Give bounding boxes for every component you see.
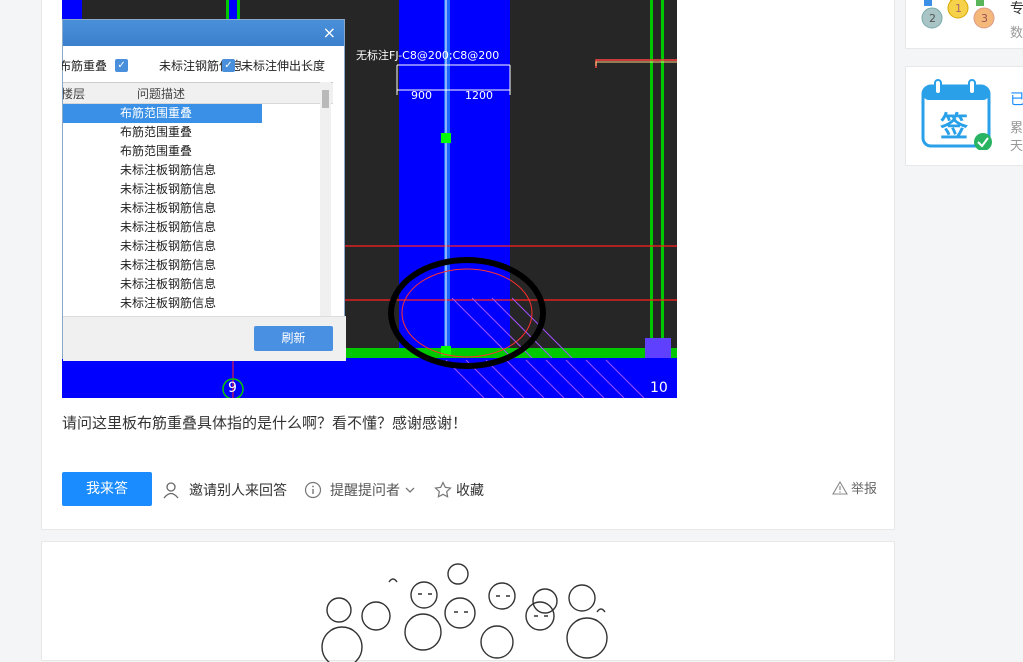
star-icon bbox=[434, 481, 452, 498]
question-screenshot[interactable]: 无标注FJ-C8@200;C8@200 900 1200 9 10 × 布筋重叠… bbox=[62, 0, 677, 398]
remind-asker-dropdown[interactable]: 提醒提问者 bbox=[304, 480, 416, 500]
medal-title: 专 bbox=[1010, 1, 1023, 17]
axis-label-10: 10 bbox=[650, 380, 668, 396]
table-row[interactable]: 未标注板钢筋信息 bbox=[63, 180, 333, 199]
info-icon bbox=[304, 481, 322, 499]
check-extension-length[interactable]: ✓ 未标注伸出长度 bbox=[222, 57, 325, 74]
cad-annotation: 无标注FJ-C8@200;C8@200 bbox=[356, 49, 500, 62]
svg-text:2: 2 bbox=[929, 12, 936, 25]
issue-table: 楼层 问题描述 布筋范围重叠 布筋范围重叠 布筋范围重叠 未标注板钢筋信息 未标… bbox=[63, 82, 333, 317]
table-row[interactable]: 未标注板钢筋信息 bbox=[63, 237, 333, 256]
table-row[interactable]: 布筋范围重叠 bbox=[63, 142, 333, 161]
check-overlap[interactable]: 布筋重叠 ✓ bbox=[62, 57, 134, 74]
dialog-titlebar: × bbox=[63, 20, 344, 46]
report-link[interactable]: 举报 bbox=[832, 478, 877, 497]
col-floor: 楼层 bbox=[63, 87, 86, 101]
table-row[interactable]: 未标注板钢筋信息 bbox=[63, 161, 333, 180]
checkbox-rebar-info-icon[interactable]: ✓ bbox=[115, 59, 129, 72]
invite-answer-link[interactable]: 邀请别人来回答 bbox=[163, 480, 287, 500]
chevron-down-icon bbox=[405, 487, 415, 493]
dim-left: 900 bbox=[411, 89, 432, 102]
checkbox-extension-icon[interactable]: ✓ bbox=[222, 59, 235, 72]
signin-panel: 签 已 累 天 bbox=[905, 66, 1023, 166]
table-row[interactable]: 未标注板钢筋信息 bbox=[63, 218, 333, 237]
table-header: 楼层 问题描述 bbox=[63, 83, 333, 104]
medal-icon: 2 1 3 bbox=[921, 0, 995, 29]
signin-sub1: 累 bbox=[1010, 121, 1023, 136]
question-text: 请问这里板布筋重叠具体指的是什么啊？看不懂？感谢感谢！ bbox=[62, 414, 468, 432]
favorite-button[interactable]: 收藏 bbox=[434, 480, 484, 500]
table-row[interactable]: 布筋范围重叠 bbox=[63, 104, 262, 123]
answer-button[interactable]: 我来答 bbox=[62, 472, 152, 506]
crowd-illustration bbox=[321, 563, 608, 662]
close-icon[interactable]: × bbox=[323, 23, 336, 42]
warning-icon bbox=[832, 480, 848, 495]
empty-answers-card bbox=[41, 541, 895, 662]
axis-label-9: 9 bbox=[228, 380, 237, 396]
table-row[interactable]: 未标注板钢筋信息 bbox=[63, 294, 333, 313]
dialog-footer: 刷新 bbox=[63, 316, 346, 361]
signin-calendar-icon[interactable]: 签 bbox=[921, 78, 993, 151]
user-icon bbox=[163, 482, 179, 499]
table-row[interactable]: 布筋范围重叠 bbox=[63, 123, 333, 142]
signin-sub2: 天 bbox=[1010, 139, 1023, 154]
dim-right: 1200 bbox=[465, 89, 493, 102]
signin-title[interactable]: 已 bbox=[1010, 88, 1023, 109]
svg-text:1: 1 bbox=[955, 2, 962, 15]
table-row[interactable]: 未标注板钢筋信息 bbox=[63, 199, 333, 218]
refresh-button[interactable]: 刷新 bbox=[254, 326, 333, 351]
medal-sub: 数 bbox=[1010, 26, 1023, 41]
signin-char: 签 bbox=[940, 110, 969, 143]
table-row[interactable]: 未标注板钢筋信息 bbox=[63, 256, 333, 275]
svg-text:3: 3 bbox=[981, 12, 988, 25]
medal-panel: 2 1 3 专 数 bbox=[905, 0, 1023, 49]
table-scrollbar[interactable] bbox=[320, 82, 331, 316]
table-row[interactable]: 未标注板钢筋信息 bbox=[63, 275, 333, 294]
col-description: 问题描述 bbox=[137, 87, 186, 101]
check-dialog: × 布筋重叠 ✓ 未标注钢筋信息 ✓ 未标注伸出长度 楼层 问题描述 布筋范围重… bbox=[62, 19, 346, 361]
